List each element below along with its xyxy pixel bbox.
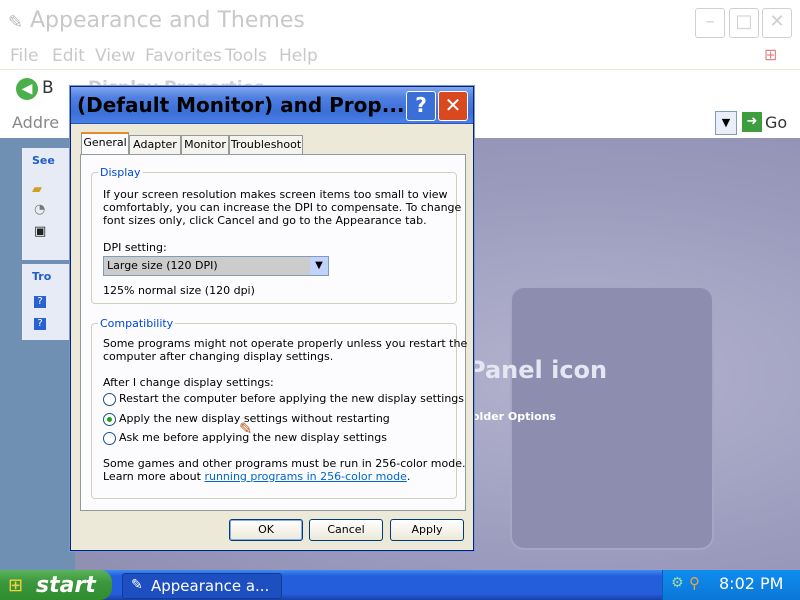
go-button[interactable]: Go <box>765 113 787 132</box>
help-button[interactable]: ? <box>406 91 436 121</box>
color-mode-note-line2: Learn more about running programs in 256… <box>103 470 410 483</box>
folder-icon[interactable]: ▰ <box>32 182 42 197</box>
tab-adapter[interactable]: Adapter <box>129 135 181 154</box>
maximize-button[interactable]: □ <box>729 8 759 38</box>
dpi-setting-label: DPI setting: <box>103 241 167 254</box>
window-icon: ✎ <box>131 577 143 593</box>
windows-flag-icon: ⊞ <box>8 575 24 596</box>
color-mode-note-prefix: Learn more about <box>103 470 205 483</box>
troubleshooters-label: Tro <box>32 270 52 283</box>
menu-help[interactable]: Help <box>279 46 318 66</box>
menu-favorites[interactable]: Favorites <box>145 46 222 66</box>
address-label: Addre <box>12 113 60 132</box>
dialog-title-bar[interactable]: (Default Monitor) and Prop... ? ✕ <box>71 87 473 124</box>
busy-cursor-icon: ✎ <box>239 419 253 438</box>
network-icon[interactable]: ⚙ <box>671 575 684 591</box>
folder-icon: ✎ <box>8 12 24 33</box>
close-button[interactable]: ✕ <box>438 91 468 121</box>
close-button[interactable]: ✕ <box>762 8 792 38</box>
apply-without-restart-radio[interactable] <box>103 413 116 426</box>
menu-tools[interactable]: Tools <box>225 46 267 66</box>
go-arrow-icon[interactable]: ➜ <box>742 112 762 132</box>
cancel-button[interactable]: Cancel <box>309 519 383 541</box>
tab-monitor[interactable]: Monitor <box>181 135 229 154</box>
dpi-setting-select[interactable]: Large size (120 DPI) ▼ <box>103 256 329 276</box>
dpi-setting-value: Large size (120 DPI) <box>104 257 310 275</box>
menu-file[interactable]: File <box>10 46 38 66</box>
clock: 8:02 PM <box>719 574 784 593</box>
after-change-label: After I change display settings: <box>103 376 274 389</box>
compatibility-group-legend: Compatibility <box>100 317 174 330</box>
search-icon[interactable]: ⚲ <box>689 574 700 592</box>
display-properties-dialog: (Default Monitor) and Prop... ? ✕ Genera… <box>70 86 474 551</box>
explorer-sidebar: See ▰ ◔ ▣ Tro ? ? <box>0 138 75 570</box>
see-also-panel: See ▰ ◔ ▣ <box>22 148 75 260</box>
ask-me-radio[interactable] <box>103 432 116 445</box>
color-mode-note: Some games and other programs must be ru… <box>103 457 466 470</box>
restart-radio[interactable] <box>103 393 116 406</box>
explorer-title-bar: ✎ Appearance and Themes – □ ✕ <box>0 0 800 46</box>
back-label[interactable]: B <box>42 78 54 98</box>
menu-view[interactable]: View <box>95 46 135 66</box>
ask-me-option-label[interactable]: Ask me before applying the new display s… <box>119 431 387 444</box>
display-description-line: font sizes only, click Cancel and go to … <box>103 214 427 227</box>
display-description-line: If your screen resolution makes screen i… <box>103 188 448 201</box>
see-also-label: See <box>32 154 55 167</box>
tab-troubleshoot[interactable]: Troubleshoot <box>229 135 303 154</box>
compat-description-line: Some programs might not operate properly… <box>103 337 468 350</box>
restart-option-label[interactable]: Restart the computer before applying the… <box>119 392 464 405</box>
explorer-title: Appearance and Themes <box>30 8 305 33</box>
menu-bar: File Edit View Favorites Tools Help ⊞ <box>0 43 800 69</box>
ok-button[interactable]: OK <box>229 519 303 541</box>
display-group-legend: Display <box>100 166 141 179</box>
taskbar-item-appearance[interactable]: ✎ Appearance a... <box>122 573 282 599</box>
apply-button[interactable]: Apply <box>390 519 464 541</box>
dialog-title: (Default Monitor) and Prop... <box>77 93 405 117</box>
windows-logo-icon: ⊞ <box>764 45 778 64</box>
color-mode-note-suffix: . <box>406 470 411 483</box>
menu-edit[interactable]: Edit <box>52 46 85 66</box>
dpi-note: 125% normal size (120 dpi) <box>103 284 255 297</box>
address-dropdown-icon[interactable]: ▼ <box>715 111 737 135</box>
display-description-line: comfortably, you can increase the DPI to… <box>103 201 462 214</box>
minimize-button[interactable]: – <box>695 8 725 38</box>
taskbar-item-label: Appearance a... <box>151 577 270 595</box>
start-label: start <box>36 573 96 598</box>
general-tab-page: Display If your screen resolution makes … <box>80 154 468 511</box>
color-mode-help-link[interactable]: running programs in 256-color mode <box>204 470 406 483</box>
troubleshooters-panel: Tro ? ? <box>22 264 75 340</box>
back-arrow-icon[interactable]: ◀ <box>16 78 38 100</box>
start-button[interactable]: ⊞ start <box>0 570 112 600</box>
tab-general[interactable]: General <box>81 132 129 156</box>
compat-description-line: computer after changing display settings… <box>103 350 334 363</box>
system-tray: ⚙ ⚲ 8:02 PM <box>662 570 800 600</box>
folder-options-link[interactable]: older Options <box>472 410 556 423</box>
help-icon[interactable]: ? <box>34 296 46 308</box>
help-icon[interactable]: ? <box>34 318 46 330</box>
save-icon[interactable]: ▣ <box>34 224 46 239</box>
mouse-icon[interactable]: ◔ <box>34 202 45 217</box>
chevron-down-icon[interactable]: ▼ <box>310 257 328 275</box>
apply-without-restart-label[interactable]: Apply the new display settings without r… <box>119 412 390 425</box>
content-heading: Panel icon <box>468 356 608 384</box>
